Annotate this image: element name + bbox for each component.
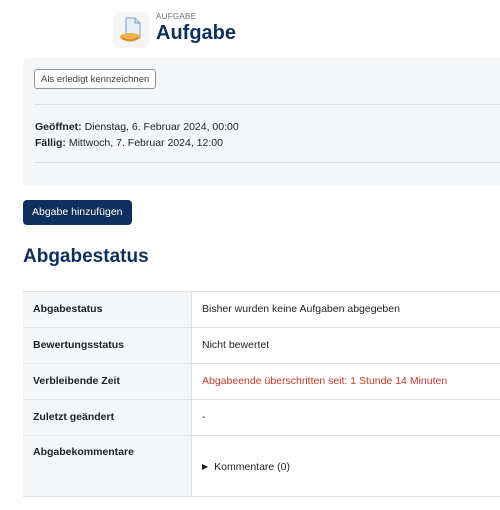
table-row: Abgabekommentare ▶ Kommentare (0) — [23, 435, 500, 497]
submission-status-table: Abgabestatus Bisher wurden keine Aufgabe… — [23, 291, 500, 497]
activity-dates-card: Als erledigt kennzeichnen Geöffnet: Dien… — [23, 58, 500, 186]
mark-as-done-button[interactable]: Als erledigt kennzeichnen — [34, 69, 157, 89]
due-label: Fällig: — [35, 137, 66, 149]
row-value: - — [191, 399, 500, 436]
table-row: Abgabestatus Bisher wurden keine Aufgabe… — [23, 291, 500, 328]
row-label: Zuletzt geändert — [23, 399, 192, 436]
table-row: Zuletzt geändert - — [23, 399, 500, 436]
caret-right-icon: ▶ — [202, 462, 209, 471]
card-divider — [34, 104, 500, 105]
row-label: Abgabestatus — [23, 291, 192, 328]
opened-value: Dienstag, 6. Februar 2024, 00:00 — [84, 121, 239, 133]
due-date: Fällig: Mittwoch, 7. Februar 2024, 12:00 — [35, 137, 223, 149]
page-kicker: AUFGABE — [156, 12, 197, 21]
row-value: Nicht bewertet — [191, 327, 500, 364]
page-header: AUFGABE Aufgabe — [113, 10, 493, 50]
due-value: Mittwoch, 7. Februar 2024, 12:00 — [68, 137, 223, 149]
table-row: Verbleibende Zeit Abgabeende überschritt… — [23, 363, 500, 400]
assignment-icon — [113, 12, 149, 48]
add-submission-button[interactable]: Abgabe hinzufügen — [23, 200, 132, 225]
time-remaining-value: Abgabeende überschritten seit: 1 Stunde … — [191, 363, 500, 400]
row-label: Verbleibende Zeit — [23, 363, 192, 400]
page-title: Aufgabe — [156, 22, 236, 44]
opened-label: Geöffnet: — [35, 121, 82, 133]
row-label: Abgabekommentare — [23, 435, 192, 497]
row-label: Bewertungsstatus — [23, 327, 192, 364]
row-value: Bisher wurden keine Aufgaben abgegeben — [191, 291, 500, 328]
submission-status-heading: Abgabestatus — [23, 246, 149, 267]
opened-date: Geöffnet: Dienstag, 6. Februar 2024, 00:… — [35, 121, 239, 133]
card-divider — [34, 162, 500, 163]
comments-toggle[interactable]: ▶ Kommentare (0) — [202, 460, 290, 475]
row-value: ▶ Kommentare (0) — [191, 435, 500, 497]
comments-label: Kommentare (0) — [214, 461, 291, 473]
table-row: Bewertungsstatus Nicht bewertet — [23, 327, 500, 364]
